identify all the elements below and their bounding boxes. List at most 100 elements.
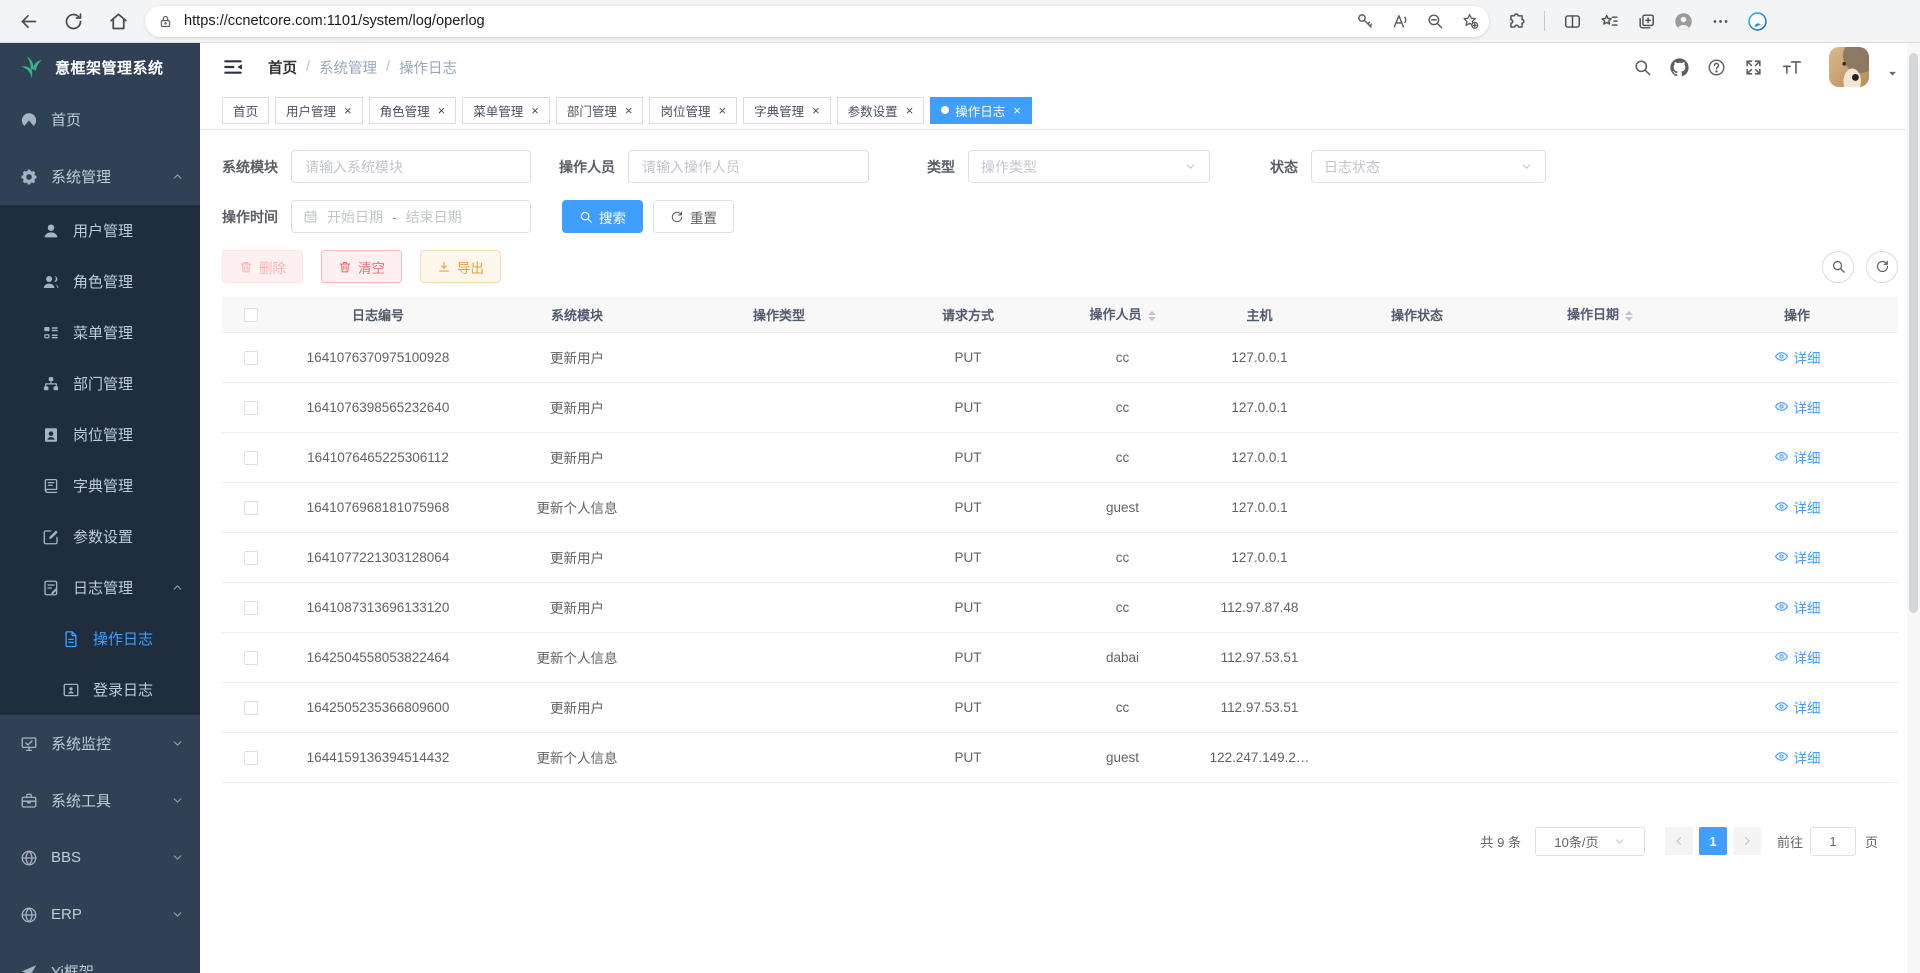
search-icon[interactable] xyxy=(1633,58,1652,77)
sidebar-item-tools[interactable]: 系统工具 xyxy=(0,772,200,829)
refresh-icon[interactable] xyxy=(63,11,84,32)
sidebar-item-home[interactable]: 首页 xyxy=(0,91,200,148)
row-checkbox[interactable] xyxy=(244,751,258,765)
font-size-icon[interactable] xyxy=(1781,58,1803,77)
extensions-icon[interactable] xyxy=(1507,12,1526,31)
close-icon[interactable]: × xyxy=(625,104,633,117)
row-checkbox[interactable] xyxy=(244,351,258,365)
row-checkbox[interactable] xyxy=(244,501,258,515)
bing-chat-icon[interactable] xyxy=(1748,12,1767,31)
profile-icon[interactable] xyxy=(1674,12,1693,31)
sort-control[interactable] xyxy=(1625,307,1633,325)
detail-link[interactable]: 详细 xyxy=(1774,547,1821,567)
date-range-input[interactable]: 开始日期 - 结束日期 xyxy=(291,200,531,233)
collections-icon[interactable] xyxy=(1637,12,1656,31)
row-checkbox[interactable] xyxy=(244,651,258,665)
key-icon[interactable] xyxy=(1356,12,1374,30)
sidebar-item-menus[interactable]: 菜单管理 xyxy=(0,307,200,358)
module-input[interactable] xyxy=(291,150,531,183)
row-checkbox[interactable] xyxy=(244,701,258,715)
detail-link[interactable]: 详细 xyxy=(1774,447,1821,467)
sidebar-item-roles[interactable]: 角色管理 xyxy=(0,256,200,307)
operator-input[interactable] xyxy=(628,150,869,183)
tab-posts[interactable]: 岗位管理× xyxy=(649,97,737,124)
favorites-bar-icon[interactable] xyxy=(1600,12,1619,31)
caret-down-icon[interactable] xyxy=(1887,68,1898,79)
more-icon[interactable] xyxy=(1711,12,1730,31)
tab-dicts[interactable]: 字典管理× xyxy=(743,97,831,124)
type-select[interactable]: 操作类型 xyxy=(968,150,1210,183)
refresh-table-button[interactable] xyxy=(1866,251,1898,283)
close-icon[interactable]: × xyxy=(906,104,914,117)
breadcrumb-item[interactable]: 首页 xyxy=(268,57,297,78)
scrollbar-thumb[interactable] xyxy=(1909,53,1918,613)
github-icon[interactable] xyxy=(1670,58,1689,77)
sidebar-item-logs[interactable]: 日志管理 xyxy=(0,562,200,613)
close-icon[interactable]: × xyxy=(344,104,352,117)
close-icon[interactable]: × xyxy=(438,104,446,117)
close-icon[interactable]: × xyxy=(718,104,726,117)
next-page-button[interactable] xyxy=(1733,827,1761,855)
question-icon[interactable] xyxy=(1707,58,1726,77)
detail-link[interactable]: 详细 xyxy=(1774,347,1821,367)
sidebar-item-params[interactable]: 参数设置 xyxy=(0,511,200,562)
detail-link[interactable]: 详细 xyxy=(1774,397,1821,417)
detail-link[interactable]: 详细 xyxy=(1774,597,1821,617)
prev-page-button[interactable] xyxy=(1665,827,1693,855)
sidebar-item-bbs[interactable]: BBS xyxy=(0,829,200,886)
status-select[interactable]: 日志状态 xyxy=(1311,150,1546,183)
detail-link[interactable]: 详细 xyxy=(1774,497,1821,517)
tab-home[interactable]: 首页 xyxy=(222,97,269,124)
home-icon[interactable] xyxy=(108,11,129,32)
split-screen-icon[interactable] xyxy=(1563,12,1582,31)
back-icon[interactable] xyxy=(18,11,39,32)
export-button[interactable]: 导出 xyxy=(420,250,501,283)
app-logo[interactable]: 意框架管理系统 xyxy=(0,43,200,91)
search-button[interactable]: 搜索 xyxy=(562,200,643,233)
delete-button[interactable]: 删除 xyxy=(222,250,303,283)
detail-link[interactable]: 详细 xyxy=(1774,647,1821,667)
sidebar-item-monitor[interactable]: 系统监控 xyxy=(0,715,200,772)
user-avatar[interactable] xyxy=(1829,47,1869,87)
tab-menus[interactable]: 菜单管理× xyxy=(462,97,550,124)
row-checkbox[interactable] xyxy=(244,451,258,465)
sidebar-item-loginlog[interactable]: 登录日志 xyxy=(0,664,200,715)
tab-params[interactable]: 参数设置× xyxy=(837,97,925,124)
detail-link[interactable]: 详细 xyxy=(1774,697,1821,717)
sidebar-item-depts[interactable]: 部门管理 xyxy=(0,358,200,409)
fullscreen-icon[interactable] xyxy=(1744,58,1763,77)
sort-control[interactable] xyxy=(1148,307,1156,325)
row-checkbox[interactable] xyxy=(244,551,258,565)
select-all-checkbox[interactable] xyxy=(244,308,258,322)
reset-button[interactable]: 重置 xyxy=(653,200,734,233)
close-icon[interactable]: × xyxy=(531,104,539,117)
clear-button[interactable]: 清空 xyxy=(321,250,402,283)
tab-depts[interactable]: 部门管理× xyxy=(556,97,644,124)
sidebar-item-dicts[interactable]: 字典管理 xyxy=(0,460,200,511)
page-number-button[interactable]: 1 xyxy=(1699,827,1727,855)
add-favorite-icon[interactable] xyxy=(1461,12,1479,30)
detail-link[interactable]: 详细 xyxy=(1774,747,1821,767)
goto-page-input[interactable] xyxy=(1810,827,1856,856)
url-text[interactable]: https://ccnetcore.com:1101/system/log/op… xyxy=(184,13,1356,29)
sidebar-item-yi[interactable]: Yi框架 xyxy=(0,943,200,973)
read-aloud-icon[interactable] xyxy=(1391,12,1409,30)
sidebar-item-erp[interactable]: ERP xyxy=(0,886,200,943)
tab-operlog[interactable]: 操作日志× xyxy=(930,97,1032,124)
page-scrollbar[interactable] xyxy=(1907,43,1920,973)
zoom-out-icon[interactable] xyxy=(1426,12,1444,30)
close-icon[interactable]: × xyxy=(1013,104,1021,117)
close-icon[interactable]: × xyxy=(812,104,820,117)
show-search-button[interactable] xyxy=(1822,251,1854,283)
sidebar-item-users[interactable]: 用户管理 xyxy=(0,205,200,256)
sidebar-item-posts[interactable]: 岗位管理 xyxy=(0,409,200,460)
sidebar-collapse-icon[interactable] xyxy=(222,56,244,78)
sidebar-item-system[interactable]: 系统管理 xyxy=(0,148,200,205)
tab-roles[interactable]: 角色管理× xyxy=(369,97,457,124)
tab-users[interactable]: 用户管理× xyxy=(275,97,363,124)
page-size-select[interactable]: 10条/页 xyxy=(1535,827,1645,856)
address-bar[interactable]: https://ccnetcore.com:1101/system/log/op… xyxy=(145,6,1489,37)
row-checkbox[interactable] xyxy=(244,601,258,615)
sidebar-item-operlog[interactable]: 操作日志 xyxy=(0,613,200,664)
row-checkbox[interactable] xyxy=(244,401,258,415)
